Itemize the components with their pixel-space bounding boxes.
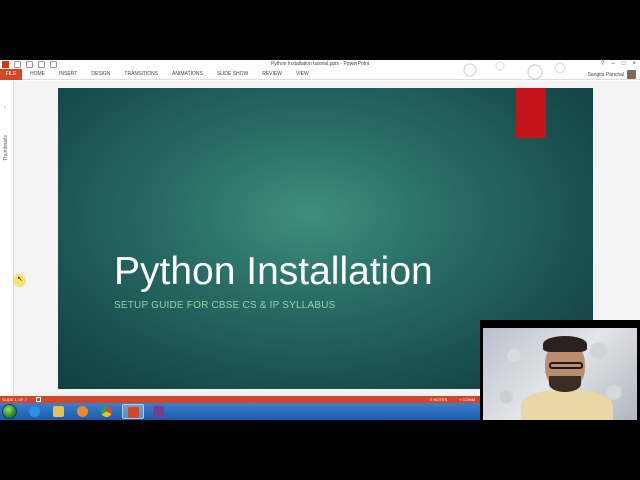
taskbar-powerpoint[interactable] (122, 404, 144, 419)
mouse-pointer-icon: ↖ (17, 276, 23, 283)
tab-review[interactable]: REVIEW (262, 69, 282, 80)
spellcheck-icon[interactable] (36, 397, 41, 402)
tab-view[interactable]: VIEW (296, 69, 309, 80)
thumbnails-label: Thumbnails (3, 135, 9, 161)
thumbnails-pane[interactable]: › Thumbnails (0, 81, 14, 396)
slide-title[interactable]: Python Installation (114, 250, 433, 294)
help-button[interactable]: ? (601, 61, 604, 67)
red-accent-block (516, 88, 546, 138)
recorder-icon (153, 406, 164, 417)
avatar (627, 70, 636, 79)
presenter-glasses (549, 362, 583, 369)
user-account[interactable]: Sangita Panchal (588, 70, 636, 79)
notes-label: NOTES (433, 397, 448, 402)
file-explorer-icon (53, 406, 64, 417)
tab-animations[interactable]: ANIMATIONS (172, 69, 203, 80)
ribbon-tab-row: FILE HOME INSERT DESIGN TRANSITIONS ANIM… (0, 61, 640, 80)
slide-counter: SLIDE 1 OF 7 (2, 397, 27, 402)
taskbar-chrome[interactable] (96, 404, 118, 419)
tab-file[interactable]: FILE (0, 69, 22, 80)
ribbon-tabs: HOME INSERT DESIGN TRANSITIONS ANIMATION… (30, 69, 309, 80)
slide-subtitle[interactable]: SETUP GUIDE FOR CBSE CS & IP SYLLABUS (114, 300, 336, 311)
tab-home[interactable]: HOME (30, 69, 45, 80)
tab-design[interactable]: DESIGN (91, 69, 110, 80)
minimize-button[interactable]: – (612, 61, 615, 67)
notes-button[interactable]: ≡ NOTES (430, 397, 447, 402)
comments-label: COMM (462, 397, 476, 402)
chrome-icon (101, 406, 112, 417)
window-controls: ? – □ × (601, 61, 636, 67)
powerpoint-icon (128, 407, 139, 418)
start-button[interactable] (2, 404, 17, 419)
comments-button[interactable]: ▪ COMM (460, 397, 475, 402)
close-button[interactable]: × (632, 61, 636, 67)
maximize-button[interactable]: □ (622, 61, 626, 67)
taskbar-internet-explorer[interactable] (24, 404, 46, 419)
presenter-hair (543, 336, 587, 352)
taskbar-media-player[interactable] (72, 404, 94, 419)
tab-insert[interactable]: INSERT (59, 69, 77, 80)
tab-slide-show[interactable]: SLIDE SHOW (217, 69, 248, 80)
ribbon-decoration-icon (463, 61, 566, 80)
taskbar-recorder[interactable] (148, 404, 170, 419)
presenter-body (521, 390, 613, 420)
expand-thumbnails-icon[interactable]: › (4, 105, 6, 111)
tab-transitions[interactable]: TRANSITIONS (124, 69, 158, 80)
taskbar-file-explorer[interactable] (48, 404, 70, 419)
webcam-feed (483, 328, 637, 420)
presenter-beard (549, 376, 581, 392)
internet-explorer-icon (29, 406, 40, 417)
user-name: Sangita Panchal (587, 71, 624, 78)
media-player-icon (77, 406, 88, 417)
webcam-overlay (480, 320, 640, 420)
